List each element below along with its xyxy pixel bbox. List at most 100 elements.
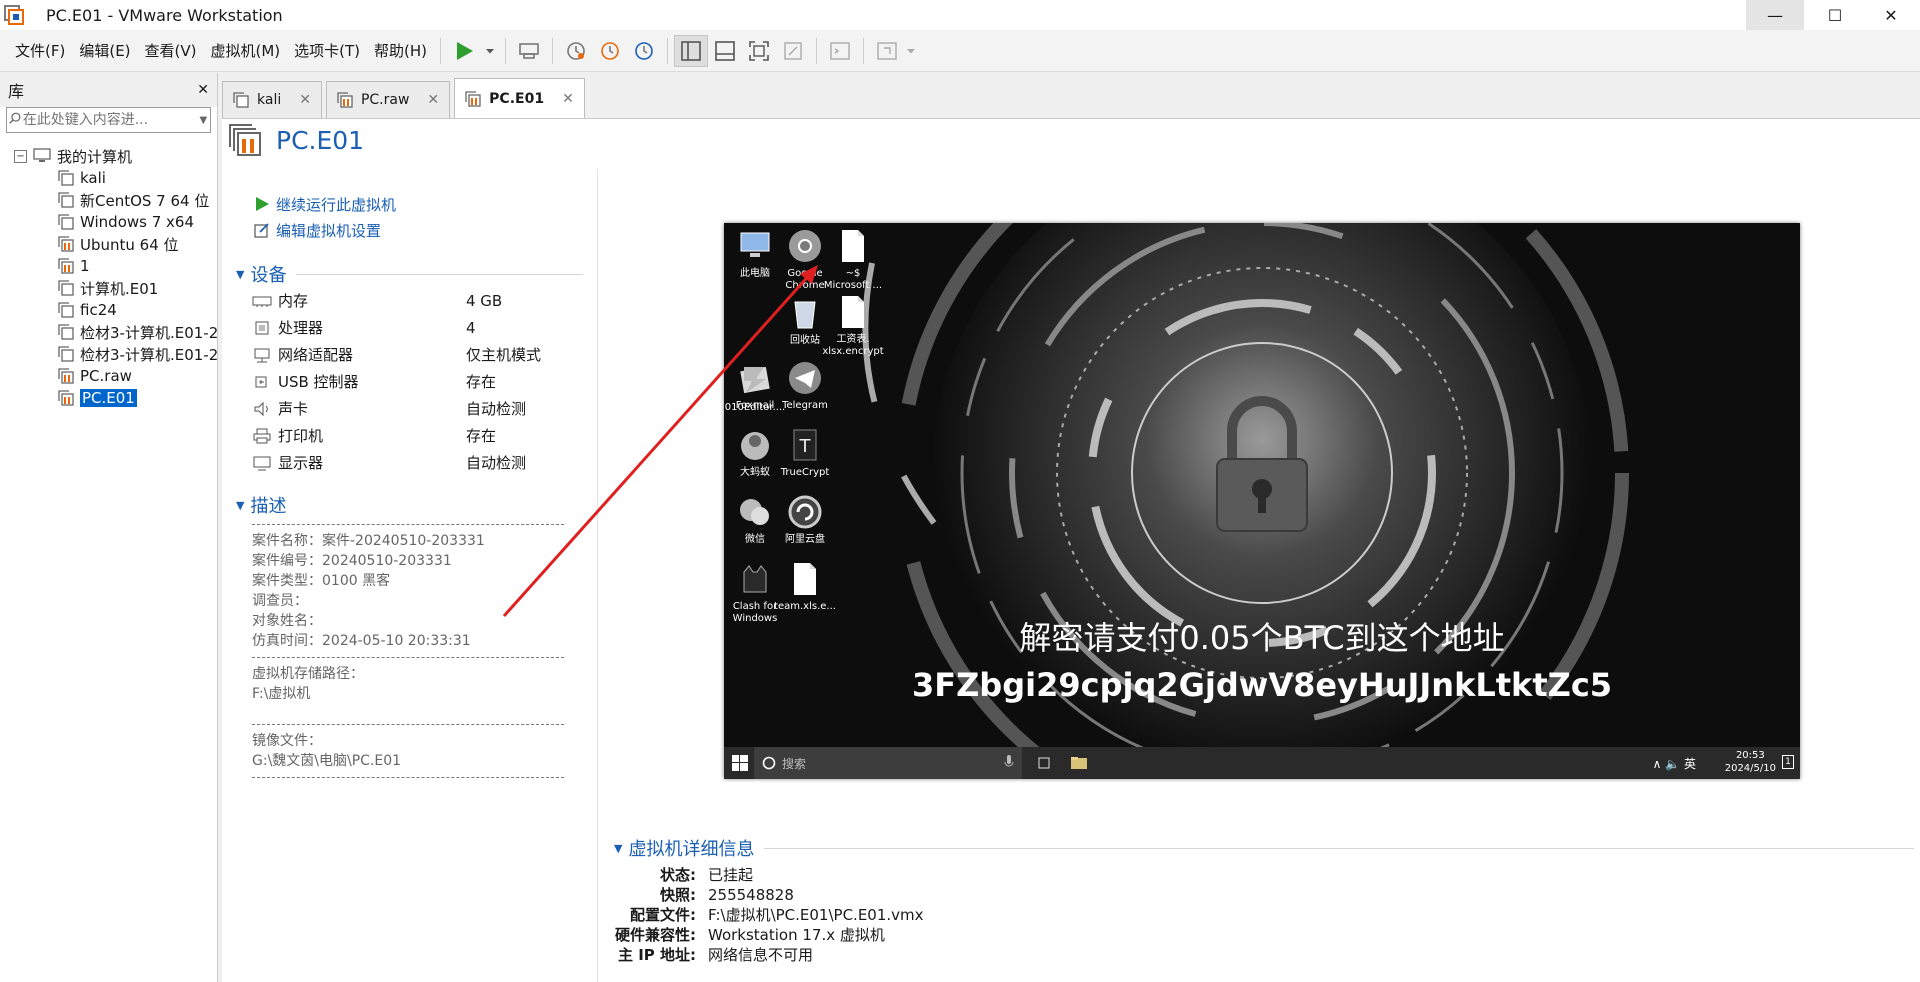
btc-address: 3FZbgi29cpjq2GjdwV8eyHuJJnkLtktZc5: [911, 666, 1613, 704]
menu-file[interactable]: 文件(F): [8, 40, 72, 61]
vm-suspended-icon: [58, 236, 74, 252]
tree-root-my-computer[interactable]: − 我的计算机: [0, 145, 217, 167]
device-row[interactable]: USB 控制器 存在: [222, 368, 597, 395]
library-header: 库 ✕: [0, 73, 217, 107]
recycle-bin-icon: [786, 294, 824, 332]
devices-section-header[interactable]: ▼ 设备: [222, 261, 597, 287]
tab-close-icon[interactable]: ✕: [562, 91, 574, 107]
tree-item-vm[interactable]: 计算机.E01: [0, 277, 217, 299]
desktop-icon[interactable]: Telegram: [774, 359, 836, 412]
toolbar-divider: [505, 37, 507, 64]
tab-close-icon[interactable]: ✕: [299, 92, 311, 108]
vm-suspended-icon: [58, 368, 74, 384]
minimize-button[interactable]: —: [1746, 0, 1804, 30]
snapshot-take-button[interactable]: [559, 35, 593, 67]
detail-value: 网络信息不可用: [708, 946, 814, 964]
close-button[interactable]: ✕: [1862, 0, 1920, 30]
tree-item-vm[interactable]: kali: [0, 167, 217, 189]
desktop-icon[interactable]: 阿里云盘: [774, 493, 836, 546]
device-row[interactable]: 显示器 自动检测: [222, 449, 597, 476]
guest-screen-thumbnail[interactable]: 此电脑 Google Chrome ~$ Microsoft ... 回收站 010Ed…: [724, 223, 1800, 779]
tree-item-vm[interactable]: 1: [0, 255, 217, 277]
tab-pc-raw[interactable]: PC.raw ✕: [325, 81, 451, 118]
collapse-toggle[interactable]: −: [14, 149, 27, 163]
snapshot-revert-button[interactable]: [593, 35, 627, 67]
this-pc-icon: [736, 227, 774, 265]
ransom-message: 解密请支付0.05个BTC到这个地址: [1019, 619, 1505, 657]
detail-key: 硬件兼容性:: [615, 926, 696, 944]
snapshot-manager-button[interactable]: [627, 35, 661, 67]
tab-label: PC.raw: [360, 92, 410, 108]
detail-row: 主 IP 地址: 网络信息不可用: [614, 945, 1914, 965]
console-button[interactable]: [823, 35, 857, 67]
document-icon: [834, 227, 872, 265]
desktop-icon[interactable]: ~$ Microsoft ...: [822, 227, 884, 292]
tree-item-vm[interactable]: Windows 7 x64: [0, 211, 217, 233]
device-row[interactable]: 网络适配器 仅主机模式: [222, 341, 597, 368]
vm-suspended-icon: [229, 124, 261, 156]
send-keys-button[interactable]: [512, 35, 546, 67]
tree-item-vm[interactable]: PC.E01: [0, 387, 217, 409]
device-row[interactable]: 处理器 4: [222, 314, 597, 341]
device-row[interactable]: 内存 4 GB: [222, 287, 597, 314]
device-value: 4 GB: [466, 291, 503, 310]
devices-heading: 设备: [250, 265, 287, 286]
task-view-icon: [1038, 757, 1050, 769]
device-row[interactable]: 打印机 存在: [222, 422, 597, 449]
tree-item-vm[interactable]: 检材3-计算机.E01-2: [0, 321, 217, 343]
menu-tabs[interactable]: 选项卡(T): [287, 40, 367, 61]
description-text[interactable]: 案件名称：案件-20240510-203331 案件编号：20240510-203…: [222, 524, 597, 778]
desktop-icon[interactable]: team.xls.e...: [774, 560, 836, 613]
vm-suspended-icon: [58, 258, 74, 274]
tab-close-icon[interactable]: ✕: [427, 92, 439, 108]
desktop-icon[interactable]: T TrueCrypt: [774, 426, 836, 479]
description-line: 仿真时间：2024-05-10 20:33:31: [252, 633, 471, 649]
tree-item-vm[interactable]: PC.raw: [0, 365, 217, 387]
speaker-icon: [252, 401, 272, 417]
tree-item-vm[interactable]: 检材3-计算机.E01-2: [0, 343, 217, 365]
chevron-down-icon[interactable]: ▼: [197, 115, 210, 126]
full-screen-button[interactable]: [742, 35, 776, 67]
library-search-input[interactable]: [22, 112, 197, 128]
vm-title-row: PC.E01: [228, 123, 364, 157]
resume-vm-label: 继续运行此虚拟机: [276, 195, 397, 214]
description-section-header[interactable]: ▼ 描述: [222, 492, 597, 518]
menu-edit[interactable]: 编辑(E): [72, 40, 137, 61]
section-divider: [296, 273, 583, 275]
show-library-button[interactable]: [674, 34, 709, 67]
menu-vm[interactable]: 虚拟机(M): [204, 40, 288, 61]
windows-start-icon: [732, 755, 748, 771]
library-close-button[interactable]: ✕: [197, 82, 209, 98]
power-on-button[interactable]: [447, 35, 481, 67]
device-row[interactable]: 声卡 自动检测: [222, 395, 597, 422]
maximize-button[interactable]: ☐: [1806, 0, 1864, 30]
desktop-icon-label: team.xls.e...: [774, 601, 836, 612]
dashed-divider: [252, 724, 564, 725]
device-list: 内存 4 GB 处理器 4 网络适配器 仅主机模式 USB 控制器 存在 声卡 自动检测 打印机 存在…: [222, 287, 597, 476]
stretch-guest-button[interactable]: [870, 35, 904, 67]
details-section-header[interactable]: ▼ 虚拟机详细信息: [614, 835, 1914, 861]
detail-key: 配置文件:: [630, 906, 696, 924]
power-dropdown-button[interactable]: [481, 35, 499, 67]
tree-item-label: Ubuntu 64 位: [80, 235, 179, 254]
vm-icon: [58, 346, 74, 362]
unity-button[interactable]: [776, 35, 810, 67]
menu-view[interactable]: 查看(V): [138, 40, 204, 61]
stretch-dropdown-button[interactable]: [904, 35, 918, 67]
tree-item-vm[interactable]: Ubuntu 64 位: [0, 233, 217, 255]
tab-kali[interactable]: kali ✕: [222, 81, 322, 118]
toolbar-divider: [552, 37, 554, 64]
detail-value: F:\虚拟机\PC.E01\PC.E01.vmx: [708, 906, 924, 924]
tree-item-vm[interactable]: 新CentOS 7 64 位: [0, 189, 217, 211]
desktop-icon[interactable]: 工资表. xlsx.encrypt: [822, 293, 884, 358]
tab-pc-e01[interactable]: PC.E01 ✕: [454, 78, 585, 118]
show-thumbnail-bar-button[interactable]: [708, 35, 742, 67]
cortana-circle-icon: [762, 756, 776, 770]
thumbnail-layout-icon: [715, 40, 735, 61]
tree-item-vm[interactable]: fic24: [0, 299, 217, 321]
menu-help[interactable]: 帮助(H): [367, 40, 434, 61]
resume-vm-link[interactable]: 继续运行此虚拟机: [222, 191, 597, 217]
edit-vm-settings-link[interactable]: 编辑虚拟机设置: [222, 217, 597, 243]
vm-suspended-icon: [337, 92, 353, 108]
keyboard-send-icon: [519, 42, 539, 59]
